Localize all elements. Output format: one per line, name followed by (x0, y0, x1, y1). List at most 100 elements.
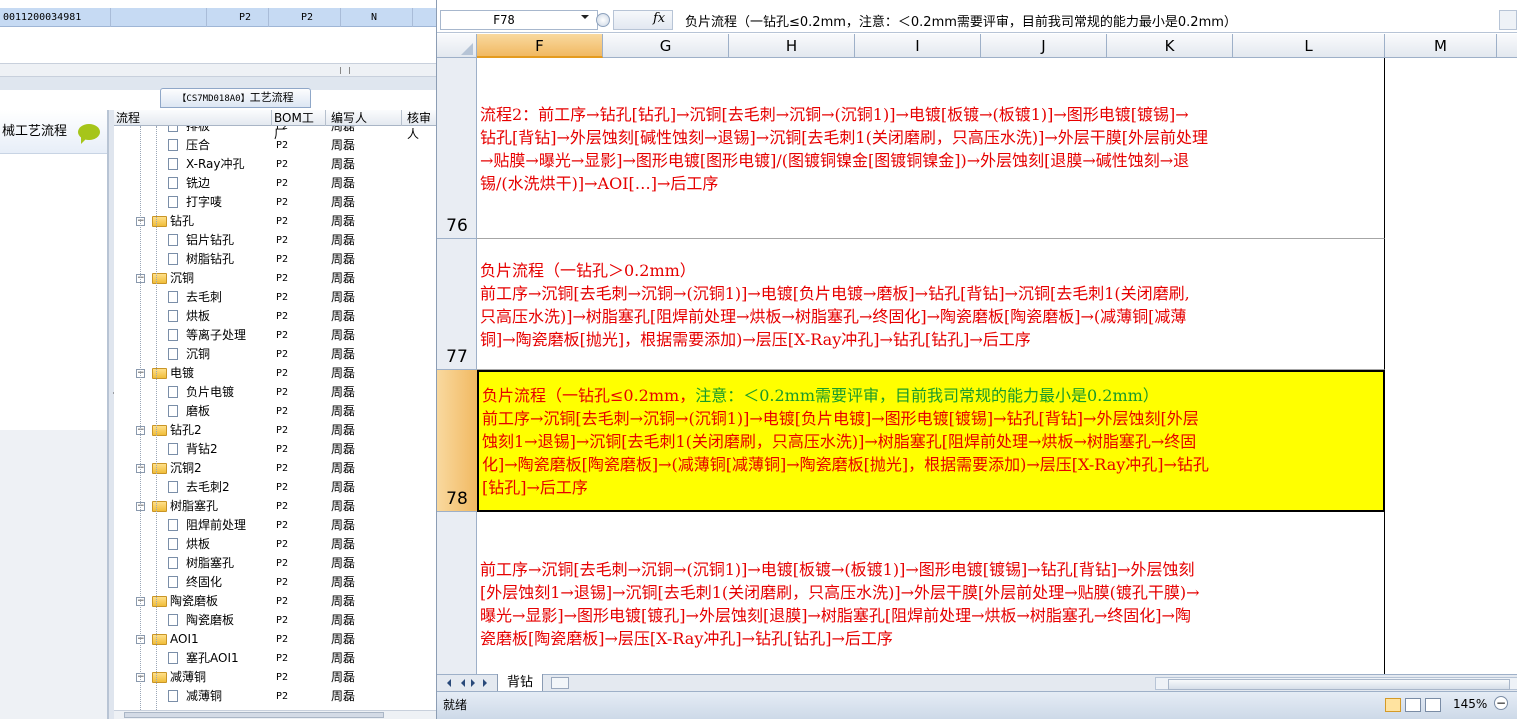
formula-bar-handle-icon[interactable] (596, 13, 610, 27)
tree-node-row[interactable]: 背钻2 P2 周磊 (114, 440, 436, 459)
column-header-G[interactable]: G (603, 34, 729, 58)
tree-folder-row[interactable]: − 沉铜2 P2 周磊 (114, 459, 436, 478)
tree-node-row[interactable]: 烘板 P2 周磊 (114, 535, 436, 554)
tree-folder-row[interactable]: − 钻孔2 P2 周磊 (114, 421, 436, 440)
tree-node-row[interactable]: 塞孔AOI1 P2 周磊 (114, 649, 436, 668)
writer-cell: 周磊 (331, 651, 356, 665)
sheet-horizontal-scrollbar[interactable] (1155, 677, 1517, 690)
tree-node-row[interactable]: 终固化 P2 周磊 (114, 573, 436, 592)
writer-cell: 周磊 (331, 290, 356, 304)
tree-node-label: 烘板 (186, 309, 211, 323)
insert-function-icon[interactable]: fx (653, 11, 665, 26)
header-flow[interactable]: 流程 (114, 110, 272, 126)
column-header-H[interactable]: H (729, 34, 855, 58)
column-header-L[interactable]: L (1233, 34, 1385, 58)
tree-folder-row[interactable]: − 树脂塞孔 P2 周磊 (114, 497, 436, 516)
writer-cell: 周磊 (331, 461, 356, 475)
row-header-77[interactable]: 77 (437, 239, 477, 370)
bom-cell: P2 (276, 311, 289, 322)
bom-cell: P2 (276, 254, 289, 265)
tree-node-row[interactable]: X-Ray冲孔 P2 周磊 (114, 155, 436, 174)
formula-content[interactable]: 负片流程（一钻孔≤0.2mm，注意：＜0.2mm需要评审，目前我司常规的能力最小… (685, 11, 1237, 30)
tree-node-row[interactable]: 等离子处理 P2 周磊 (114, 326, 436, 345)
column-header-J[interactable]: J (981, 34, 1107, 58)
row-header-76[interactable]: 76 (437, 58, 477, 239)
name-box[interactable]: F78 (440, 10, 598, 30)
header-bom[interactable]: BOM工厂 (272, 110, 326, 141)
column-header-K[interactable]: K (1107, 34, 1233, 58)
tree-node-row[interactable]: 铣边 P2 周磊 (114, 174, 436, 193)
tree-node-row[interactable]: 负片电镀 P2 周磊 (114, 383, 436, 402)
last-sheet-icon[interactable] (483, 679, 491, 687)
page-layout-view-icon[interactable] (1405, 698, 1421, 712)
tree-node-row[interactable]: 阻焊前处理 P2 周磊 (114, 516, 436, 535)
column-headers: F G H I J K L M (437, 34, 1517, 58)
row-header-78[interactable]: 78 (437, 370, 477, 512)
column-header-M[interactable]: M (1385, 34, 1497, 58)
prev-sheet-icon[interactable] (457, 679, 465, 687)
insert-sheet-icon[interactable] (551, 677, 569, 689)
header-writer[interactable]: 编写人 (326, 110, 402, 126)
record-list-scrollbar[interactable] (0, 63, 436, 77)
normal-view-icon[interactable] (1385, 698, 1401, 712)
tree-node-row[interactable]: 打字唛 P2 周磊 (114, 193, 436, 212)
process-flow-tab[interactable]: 【CS7MD018A0】工艺流程 (160, 88, 311, 108)
first-sheet-icon[interactable] (443, 679, 451, 687)
cell-F78-selected[interactable]: 负片流程（一钻孔≤0.2mm，注意：＜0.2mm需要评审，目前我司常规的能力最小… (477, 370, 1385, 512)
tree-node-row[interactable]: 烘板 P2 周磊 (114, 307, 436, 326)
expand-formula-bar-button[interactable] (1499, 10, 1517, 30)
tree-node-row[interactable]: 沉铜 P2 周磊 (114, 345, 436, 364)
next-sheet-icon[interactable] (471, 679, 479, 687)
zoom-out-icon[interactable]: − (1494, 696, 1508, 710)
name-box-dropdown-icon[interactable] (581, 15, 589, 23)
tree-folder-row[interactable]: − 钻孔 P2 周磊 (114, 212, 436, 231)
tree-folder-row[interactable]: − 减薄铜 P2 周磊 (114, 668, 436, 687)
tree-node-row[interactable]: 去毛刺 P2 周磊 (114, 288, 436, 307)
sheet-tab-active[interactable]: 背钻 (497, 674, 543, 692)
column-header-I[interactable]: I (855, 34, 981, 58)
document-icon (168, 481, 178, 493)
bom-cell: P2 (276, 126, 289, 132)
scroll-thumb[interactable] (1168, 679, 1510, 690)
bom-cell: P2 (276, 387, 289, 398)
tree-node-row[interactable]: 树脂钻孔 P2 周磊 (114, 250, 436, 269)
tree-folder-row[interactable]: − 电镀 P2 周磊 (114, 364, 436, 383)
tree-node-row[interactable]: 磨板 P2 周磊 (114, 402, 436, 421)
tree-folder-row[interactable]: − 沉铜 P2 周磊 (114, 269, 436, 288)
tree-folder-row[interactable]: − 陶瓷磨板 P2 周磊 (114, 592, 436, 611)
page-break-view-icon[interactable] (1425, 698, 1441, 712)
process-tree: 流程 BOM工厂 编写人 核审人 排板 P2 周磊 压合 P2 周磊 X-Ray冲孔 P2 周磊… (114, 110, 436, 710)
tree-node-row[interactable]: 去毛刺2 P2 周磊 (114, 478, 436, 497)
bom-cell: P2 (276, 197, 289, 208)
writer-cell: 周磊 (331, 575, 356, 589)
cell-F77[interactable]: 负片流程（一钻孔＞0.2mm） 前工序→沉铜[去毛刺→沉铜→(沉铜1)]→电镀[… (477, 239, 1385, 370)
selected-record-row[interactable]: 0011200034981 P2 P2 N (0, 8, 436, 27)
status-bar: 就绪 145% − (437, 691, 1517, 719)
document-icon (168, 329, 178, 341)
tree-node-row[interactable]: 减薄铜 P2 周磊 (114, 687, 436, 706)
tree-node-label: 磨板 (186, 404, 211, 418)
column-M-cells[interactable] (1385, 58, 1517, 674)
process-code: 【CS7MD018A0】 (177, 94, 250, 104)
cell-F79[interactable]: 前工序→沉铜[去毛刺→沉铜→(沉铜1)]→电镀[板镀→(板镀1)]→图形电镀[镀… (477, 512, 1385, 674)
scroll-thumb[interactable] (124, 712, 384, 718)
tree-node-label: 钻孔2 (170, 423, 202, 437)
tree-horizontal-scrollbar[interactable] (114, 710, 436, 719)
zoom-level[interactable]: 145% (1453, 697, 1487, 711)
tree-node-label: 沉铜 (186, 347, 211, 361)
select-all-corner[interactable] (437, 34, 477, 58)
row-header-79[interactable] (437, 512, 477, 674)
bom-cell: P2 (276, 501, 289, 512)
tree-node-label: 塞孔AOI1 (186, 651, 239, 665)
tree-node-row[interactable]: 铝片钻孔 P2 周磊 (114, 231, 436, 250)
tree-folder-row[interactable]: − AOI1 P2 周磊 (114, 630, 436, 649)
tree-node-row[interactable]: 排板 P2 周磊 (114, 126, 436, 136)
cell-F76[interactable]: 流程2：前工序→钻孔[钻孔]→沉铜[去毛刺→沉铜→(沉铜1)]→电镀[板镀→(板… (477, 58, 1385, 239)
tree-node-row[interactable]: 陶瓷磨板 P2 周磊 (114, 611, 436, 630)
header-reviewer[interactable]: 核审人 (402, 110, 436, 141)
tree-node-row[interactable]: 树脂塞孔 P2 周磊 (114, 554, 436, 573)
bom-cell: P2 (276, 615, 289, 626)
column-header-F[interactable]: F (477, 34, 603, 58)
record-id-cell: 0011200034981 (3, 12, 82, 23)
tree-node-row[interactable]: 压合 P2 周磊 (114, 136, 436, 155)
